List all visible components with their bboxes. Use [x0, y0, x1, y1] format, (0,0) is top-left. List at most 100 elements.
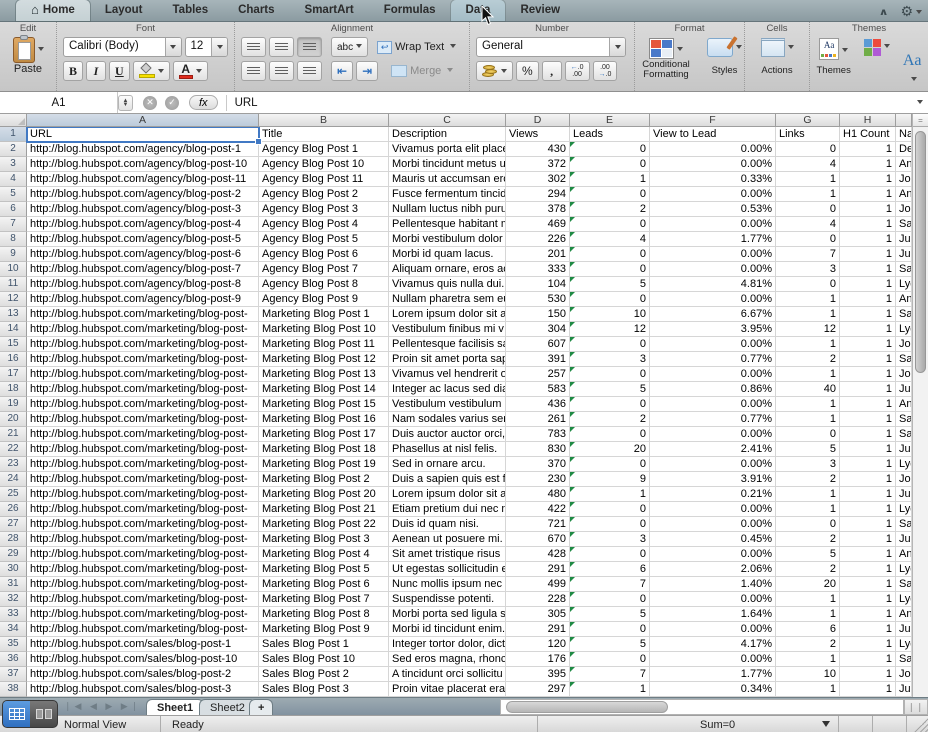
row-header[interactable]: 12	[0, 292, 27, 307]
cell[interactable]: 0.00%	[650, 517, 776, 532]
cell[interactable]: 1.64%	[650, 607, 776, 622]
cell[interactable]: 20	[570, 442, 650, 457]
row-header[interactable]: 15	[0, 337, 27, 352]
cell[interactable]: 1	[840, 592, 896, 607]
cell[interactable]: 0	[570, 187, 650, 202]
cell[interactable]: Integer tortor dolor, dict	[389, 637, 506, 652]
cell[interactable]: John	[896, 367, 912, 382]
underline-button[interactable]: U	[109, 61, 130, 81]
cell[interactable]: 1	[840, 337, 896, 352]
cell[interactable]: 1	[840, 262, 896, 277]
row-header[interactable]: 25	[0, 487, 27, 502]
cell[interactable]: Ann	[896, 187, 912, 202]
cell[interactable]: 0	[570, 517, 650, 532]
chevron-down-icon[interactable]	[908, 71, 917, 89]
cell[interactable]: 0.00%	[650, 652, 776, 667]
cell[interactable]: http://blog.hubspot.com/marketing/blog-p…	[27, 382, 259, 397]
cell[interactable]: Integer ac lacus sed dia	[389, 382, 506, 397]
cell[interactable]: 1	[776, 487, 840, 502]
cell[interactable]: 297	[506, 682, 570, 697]
cell[interactable]: Sam	[896, 652, 912, 667]
cell[interactable]: Links	[776, 127, 840, 142]
column-header-G[interactable]: G	[776, 114, 840, 127]
cell[interactable]: Marketing Blog Post 13	[259, 367, 389, 382]
cell[interactable]: Agency Blog Post 4	[259, 217, 389, 232]
cell[interactable]: http://blog.hubspot.com/marketing/blog-p…	[27, 412, 259, 427]
styles-button[interactable]: Styles	[703, 38, 746, 80]
cell[interactable]: 0.77%	[650, 352, 776, 367]
cell[interactable]: 391	[506, 352, 570, 367]
cell[interactable]: 2	[570, 202, 650, 217]
cell[interactable]: Sam	[896, 577, 912, 592]
align-middle-button[interactable]	[269, 37, 294, 57]
cell[interactable]: 7	[776, 247, 840, 262]
cell[interactable]: 3.91%	[650, 472, 776, 487]
cell[interactable]: 2	[776, 472, 840, 487]
row-header[interactable]: 7	[0, 217, 27, 232]
cell[interactable]: http://blog.hubspot.com/marketing/blog-p…	[27, 472, 259, 487]
cell[interactable]: Sales Blog Post 1	[259, 637, 389, 652]
cell[interactable]: 0	[570, 622, 650, 637]
row-header[interactable]: 27	[0, 517, 27, 532]
cell[interactable]: 2	[776, 352, 840, 367]
cell[interactable]: John	[896, 172, 912, 187]
cell[interactable]: 2.06%	[650, 562, 776, 577]
cell[interactable]: Sales Blog Post 2	[259, 667, 389, 682]
cell[interactable]: 4.81%	[650, 277, 776, 292]
align-left-button[interactable]	[241, 61, 266, 81]
cell[interactable]: 372	[506, 157, 570, 172]
cell[interactable]: Sam	[896, 217, 912, 232]
cell[interactable]: 6	[776, 622, 840, 637]
cell[interactable]: 1	[840, 622, 896, 637]
cell[interactable]: 1	[776, 292, 840, 307]
cell[interactable]: 1	[776, 397, 840, 412]
cell[interactable]: 1	[776, 607, 840, 622]
cell[interactable]: Marketing Blog Post 19	[259, 457, 389, 472]
cell[interactable]: 1.77%	[650, 667, 776, 682]
cell[interactable]: Marketing Blog Post 17	[259, 427, 389, 442]
percent-format-button[interactable]: %	[516, 61, 539, 81]
ribbon-tab-tables[interactable]: Tables	[158, 0, 224, 21]
cell[interactable]: 583	[506, 382, 570, 397]
cell[interactable]: 1	[840, 412, 896, 427]
paste-button[interactable]	[13, 37, 44, 63]
cell[interactable]: http://blog.hubspot.com/sales/blog-post-…	[27, 682, 259, 697]
cell[interactable]: Morbi id quam lacus.	[389, 247, 506, 262]
cell[interactable]: 291	[506, 562, 570, 577]
cell[interactable]: 469	[506, 217, 570, 232]
cell[interactable]: 428	[506, 547, 570, 562]
cell[interactable]: Lydi	[896, 592, 912, 607]
cell[interactable]: 4	[776, 157, 840, 172]
row-header[interactable]: 18	[0, 382, 27, 397]
chevron-down-icon[interactable]	[839, 42, 848, 60]
cell[interactable]: 1	[776, 502, 840, 517]
cell[interactable]: 0.00%	[650, 502, 776, 517]
row-header[interactable]: 2	[0, 142, 27, 157]
cell[interactable]: 1	[840, 472, 896, 487]
cell[interactable]: Duis auctor auctor orci,	[389, 427, 506, 442]
cell[interactable]: Ann	[896, 607, 912, 622]
cell[interactable]: Vestibulum finibus mi v	[389, 322, 506, 337]
row-header[interactable]: 3	[0, 157, 27, 172]
row-header[interactable]: 35	[0, 637, 27, 652]
cell[interactable]: 1	[840, 607, 896, 622]
cell[interactable]: 5	[570, 607, 650, 622]
cell[interactable]: 261	[506, 412, 570, 427]
row-header[interactable]: 19	[0, 397, 27, 412]
cell[interactable]: Duis id quam nisi.	[389, 517, 506, 532]
row-header[interactable]: 4	[0, 172, 27, 187]
decrease-indent-button[interactable]: ⇤	[331, 61, 353, 81]
cell[interactable]: 10	[776, 667, 840, 682]
cell[interactable]: Nullam pharetra sem eu	[389, 292, 506, 307]
sum-dropdown-icon[interactable]	[822, 721, 830, 731]
cell[interactable]: 1	[776, 682, 840, 697]
ribbon-tab-home[interactable]: Home	[16, 0, 90, 21]
cell[interactable]: 1	[840, 517, 896, 532]
normal-view-button[interactable]	[3, 701, 30, 727]
cell[interactable]: 1	[776, 367, 840, 382]
cell[interactable]: Sed eros magna, rhonc	[389, 652, 506, 667]
cell[interactable]: 0	[570, 142, 650, 157]
cell[interactable]: 0	[776, 142, 840, 157]
cell[interactable]: Marketing Blog Post 2	[259, 472, 389, 487]
cell[interactable]: Pellentesque facilisis sa	[389, 337, 506, 352]
